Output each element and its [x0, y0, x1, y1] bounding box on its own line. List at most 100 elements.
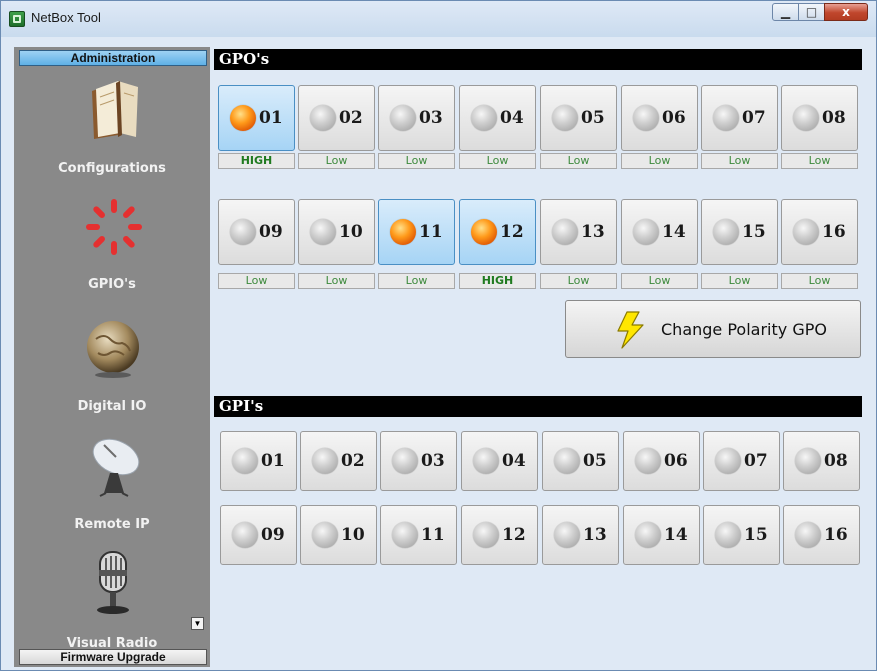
gpi-number: 03: [421, 451, 445, 471]
gpo-button-02[interactable]: 02: [298, 85, 375, 151]
gpi-indicator-03: 03: [380, 431, 457, 491]
led-off-icon: [232, 522, 258, 548]
gpo-state-14: Low: [621, 273, 698, 289]
led-off-icon: [635, 448, 661, 474]
gpo-state-10: Low: [298, 273, 375, 289]
led-off-icon: [633, 219, 659, 245]
gpo-button-15[interactable]: 15: [701, 199, 778, 265]
gpo-number: 04: [500, 108, 524, 128]
sidebar-item-visual-radio[interactable]: Visual Radio: [14, 550, 210, 651]
close-button[interactable]: x: [824, 3, 868, 21]
gpo-number: 02: [339, 108, 363, 128]
led-on-icon: [471, 219, 497, 245]
led-off-icon: [390, 105, 416, 131]
gpo-state-02: Low: [298, 153, 375, 169]
gpo-button-06[interactable]: 06: [621, 85, 698, 151]
globe-icon: [87, 321, 139, 378]
window-controls: ▁ □ x: [772, 3, 868, 21]
gpo-state-15: Low: [701, 273, 778, 289]
gpo-button-07[interactable]: 07: [701, 85, 778, 151]
led-off-icon: [232, 448, 258, 474]
led-off-icon: [635, 522, 661, 548]
gpo-number: 15: [742, 222, 766, 242]
satellite-dish-icon: [92, 438, 140, 497]
sidebar-firmware-upgrade[interactable]: Firmware Upgrade: [19, 649, 207, 665]
gpo-state-06: Low: [621, 153, 698, 169]
sidebar-administration-header[interactable]: Administration: [19, 50, 207, 66]
gpi-number: 01: [261, 451, 285, 471]
gpo-state-08: Low: [781, 153, 858, 169]
gpo-button-01[interactable]: 01: [218, 85, 295, 151]
gpo-button-13[interactable]: 13: [540, 199, 617, 265]
gpo-number: 14: [662, 222, 686, 242]
led-off-icon: [473, 448, 499, 474]
led-off-icon: [793, 105, 819, 131]
gpo-number: 12: [500, 222, 524, 242]
led-off-icon: [554, 448, 580, 474]
gpi-number: 12: [502, 525, 526, 545]
lightning-icon: [617, 311, 644, 349]
led-off-icon: [715, 522, 741, 548]
led-off-icon: [795, 448, 821, 474]
app-icon: [9, 11, 25, 27]
gpi-number: 06: [664, 451, 688, 471]
gpo-state-09: Low: [218, 273, 295, 289]
gpi-number: 04: [502, 451, 526, 471]
led-off-icon: [715, 448, 741, 474]
gpo-button-08[interactable]: 08: [781, 85, 858, 151]
gpi-section-header: GPI's: [214, 396, 862, 417]
gpo-state-13: Low: [540, 273, 617, 289]
minimize-icon: ▁: [780, 5, 791, 19]
gpo-number: 08: [822, 108, 846, 128]
sidebar-label-configurations: Configurations: [58, 161, 166, 176]
gpo-number: 11: [419, 222, 443, 242]
gpo-section-header: GPO's: [214, 49, 862, 70]
gpo-button-03[interactable]: 03: [378, 85, 455, 151]
gpo-button-10[interactable]: 10: [298, 199, 375, 265]
gpi-indicator-07: 07: [703, 431, 780, 491]
gpi-indicator-12: 12: [461, 505, 538, 565]
gpo-button-14[interactable]: 14: [621, 199, 698, 265]
led-off-icon: [392, 448, 418, 474]
gpo-button-09[interactable]: 09: [218, 199, 295, 265]
gpi-number: 16: [824, 525, 848, 545]
scroll-down-icon[interactable]: ▼: [191, 617, 204, 630]
gpi-indicator-08: 08: [783, 431, 860, 491]
gpi-indicator-14: 14: [623, 505, 700, 565]
gpo-state-16: Low: [781, 273, 858, 289]
gpi-indicator-10: 10: [300, 505, 377, 565]
gpo-button-11[interactable]: 11: [378, 199, 455, 265]
led-off-icon: [713, 219, 739, 245]
gpi-indicator-16: 16: [783, 505, 860, 565]
led-off-icon: [795, 522, 821, 548]
gpo-number: 06: [662, 108, 686, 128]
led-off-icon: [471, 105, 497, 131]
gpo-state-05: Low: [540, 153, 617, 169]
sidebar-item-gpios[interactable]: GPIO's: [14, 197, 210, 307]
led-off-icon: [552, 105, 578, 131]
gpo-button-16[interactable]: 16: [781, 199, 858, 265]
gpi-number: 05: [583, 451, 607, 471]
led-off-icon: [312, 448, 338, 474]
gpi-indicator-01: 01: [220, 431, 297, 491]
led-off-icon: [552, 219, 578, 245]
gpo-button-12[interactable]: 12: [459, 199, 536, 265]
change-polarity-gpo-label: Change Polarity GPO: [661, 320, 827, 339]
gpo-number: 13: [581, 222, 605, 242]
gpo-button-04[interactable]: 04: [459, 85, 536, 151]
gpo-state-12: HIGH: [459, 273, 536, 289]
gpo-number: 16: [822, 222, 846, 242]
minimize-button[interactable]: ▁: [772, 3, 799, 21]
sidebar-item-remote-ip[interactable]: Remote IP: [14, 435, 210, 545]
change-polarity-gpo-button[interactable]: Change Polarity GPO: [565, 300, 861, 358]
sidebar-item-configurations[interactable]: Configurations: [14, 77, 210, 207]
maximize-button[interactable]: □: [798, 3, 825, 21]
sidebar-label-remote-ip: Remote IP: [74, 517, 150, 532]
gpo-state-07: Low: [701, 153, 778, 169]
led-off-icon: [310, 219, 336, 245]
gpo-button-05[interactable]: 05: [540, 85, 617, 151]
sidebar-item-digital-io[interactable]: Digital IO: [14, 317, 210, 427]
led-off-icon: [713, 105, 739, 131]
gpi-number: 02: [341, 451, 365, 471]
title-bar: NetBox Tool ▁ □ x: [1, 1, 876, 37]
